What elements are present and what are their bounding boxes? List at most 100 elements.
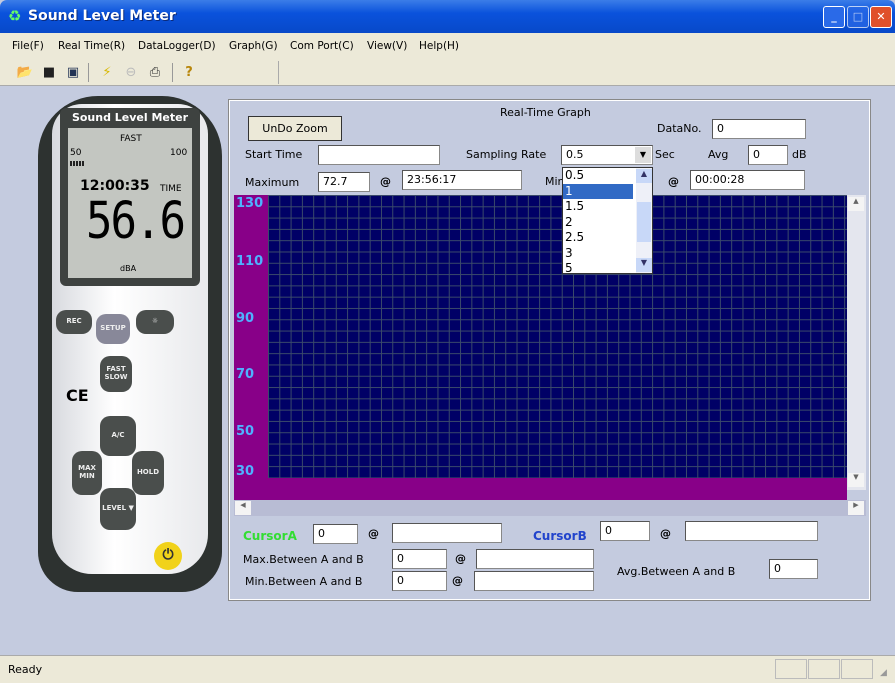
min-between-time-field[interactable] <box>474 571 594 591</box>
power-key: ⏻ <box>154 542 182 570</box>
toolbar-separator <box>88 63 89 82</box>
start-time-field[interactable] <box>318 145 440 165</box>
scroll-up-icon[interactable]: ▲ <box>636 169 652 183</box>
at-label: @ <box>660 527 671 540</box>
menu-bar: File(F) Real Time(R) DataLogger(D) Graph… <box>0 33 895 59</box>
cursor-a-time-field[interactable] <box>392 523 502 543</box>
print-icon[interactable]: ⎙ <box>146 64 164 81</box>
window-icon[interactable]: ▣ <box>64 64 82 81</box>
option[interactable]: 2 <box>563 215 633 231</box>
max-between-field[interactable]: 0 <box>392 549 447 569</box>
max-min-key: MAX MIN <box>72 451 102 495</box>
sec-label: Sec <box>655 148 675 161</box>
toolbar-separator <box>172 63 173 82</box>
scroll-down-icon[interactable]: ▼ <box>636 258 652 272</box>
max-between-time-field[interactable] <box>476 549 594 569</box>
plot-area[interactable] <box>268 195 847 478</box>
option[interactable]: 3 <box>563 246 633 262</box>
hold-key: HOLD <box>132 451 164 495</box>
min-between-field[interactable]: 0 <box>392 571 447 591</box>
close-button[interactable]: ✕ <box>870 6 892 28</box>
y-tick: 30 <box>236 464 255 479</box>
setup-key: SETUP <box>96 314 130 344</box>
datano-label: DataNo. <box>657 122 702 135</box>
dropdown-scrollbar[interactable]: ▲ ▼ <box>636 168 652 273</box>
undo-zoom-button[interactable]: UnDo Zoom <box>248 116 342 141</box>
y-tick: 110 <box>236 254 264 269</box>
help-icon[interactable]: ? <box>180 64 198 81</box>
sampling-rate-dropdown[interactable]: 0.5 1 1.5 2 2.5 3 5 ▲ ▼ <box>562 167 653 277</box>
scroll-left-icon[interactable]: ◀ <box>235 501 251 515</box>
light-key: ☼ <box>136 310 174 334</box>
menu-graph[interactable]: Graph(G) <box>229 40 278 52</box>
sampling-rate-select[interactable]: 0.5 ▼ <box>561 145 653 165</box>
menu-help[interactable]: Help(H) <box>419 40 459 52</box>
minimum-time-field[interactable]: 00:00:28 <box>690 170 805 190</box>
title-bar: ♻ Sound Level Meter _ □ ✕ <box>0 0 895 33</box>
open-icon[interactable]: 📂 <box>16 64 34 81</box>
save-icon[interactable]: ■ <box>40 64 58 81</box>
vertical-scrollbar[interactable]: ▲ ▼ <box>847 195 866 490</box>
avg-label: Avg <box>708 148 729 161</box>
chevron-down-icon[interactable]: ▼ <box>635 147 651 163</box>
sampling-rate-label: Sampling Rate <box>466 148 547 161</box>
y-tick: 50 <box>236 424 255 439</box>
scroll-down-icon[interactable]: ▼ <box>848 473 864 487</box>
maximize-button[interactable]: □ <box>847 6 869 28</box>
avg-field[interactable]: 0 <box>748 145 788 165</box>
fast-slow-key: FAST SLOW <box>100 356 132 392</box>
at-label: @ <box>368 527 379 540</box>
cursor-a-field[interactable]: 0 <box>313 524 358 544</box>
lcd-bar-min: 50 <box>70 148 82 158</box>
avg-between-field[interactable]: 0 <box>769 559 818 579</box>
meter-lcd: FAST 50 100 12:00:35 TIME 56.6 dBA <box>68 128 192 278</box>
window-title: Sound Level Meter <box>28 8 176 24</box>
connect-icon[interactable]: ⚡ <box>98 64 116 81</box>
scroll-thumb[interactable] <box>637 202 651 242</box>
option[interactable]: 2.5 <box>563 230 633 246</box>
menu-real-time[interactable]: Real Time(R) <box>58 40 125 52</box>
option[interactable]: 0.5 <box>563 168 633 184</box>
min-between-label: Min.Between A and B <box>245 575 363 588</box>
meter-image: Sound Level Meter FAST 50 100 12:00:35 T… <box>38 96 222 592</box>
at-label: @ <box>668 175 679 188</box>
lcd-bar-max: 100 <box>170 148 188 158</box>
scroll-up-icon[interactable]: ▲ <box>848 197 864 211</box>
max-between-label: Max.Between A and B <box>243 553 364 566</box>
menu-view[interactable]: View(V) <box>367 40 407 52</box>
datano-field[interactable]: 0 <box>712 119 806 139</box>
at-label: @ <box>455 552 466 565</box>
status-text: Ready <box>8 663 43 676</box>
menu-file[interactable]: File(F) <box>12 40 44 52</box>
toolbar: 📂 ■ ▣ ⚡ ⊖ ⎙ ? <box>0 59 895 86</box>
status-pane <box>808 659 840 679</box>
start-time-label: Start Time <box>245 148 303 161</box>
meter-lcd-frame: Sound Level Meter FAST 50 100 12:00:35 T… <box>60 108 200 286</box>
cursor-b-time-field[interactable] <box>685 521 818 541</box>
menu-com-port[interactable]: Com Port(C) <box>290 40 354 52</box>
y-tick: 90 <box>236 311 255 326</box>
ce-mark: CE <box>66 386 89 405</box>
app-icon: ♻ <box>8 7 22 25</box>
avg-between-label: Avg.Between A and B <box>617 565 736 578</box>
option-selected[interactable]: 1 <box>563 183 633 199</box>
cursor-b-label: CursorB <box>533 529 587 543</box>
scroll-right-icon[interactable]: ▶ <box>848 501 864 515</box>
maximum-field[interactable]: 72.7 <box>318 172 370 192</box>
status-pane <box>775 659 807 679</box>
lcd-bargraph <box>70 161 84 166</box>
option[interactable]: 5 <box>563 261 633 277</box>
at-label: @ <box>452 574 463 587</box>
minimize-button[interactable]: _ <box>823 6 845 28</box>
maximum-label: Maximum <box>245 176 300 189</box>
stop-icon[interactable]: ⊖ <box>122 64 140 81</box>
resize-grip-icon[interactable]: ◢ <box>880 668 887 678</box>
horizontal-scrollbar[interactable]: ◀ ▶ <box>234 500 866 516</box>
y-tick: 70 <box>236 367 255 382</box>
level-key: LEVEL ▼ <box>100 488 136 530</box>
cursor-b-field[interactable]: 0 <box>600 521 650 541</box>
menu-datalogger[interactable]: DataLogger(D) <box>138 40 216 52</box>
option[interactable]: 1.5 <box>563 199 633 215</box>
sampling-rate-value: 0.5 <box>566 148 584 161</box>
maximum-time-field[interactable]: 23:56:17 <box>402 170 522 190</box>
